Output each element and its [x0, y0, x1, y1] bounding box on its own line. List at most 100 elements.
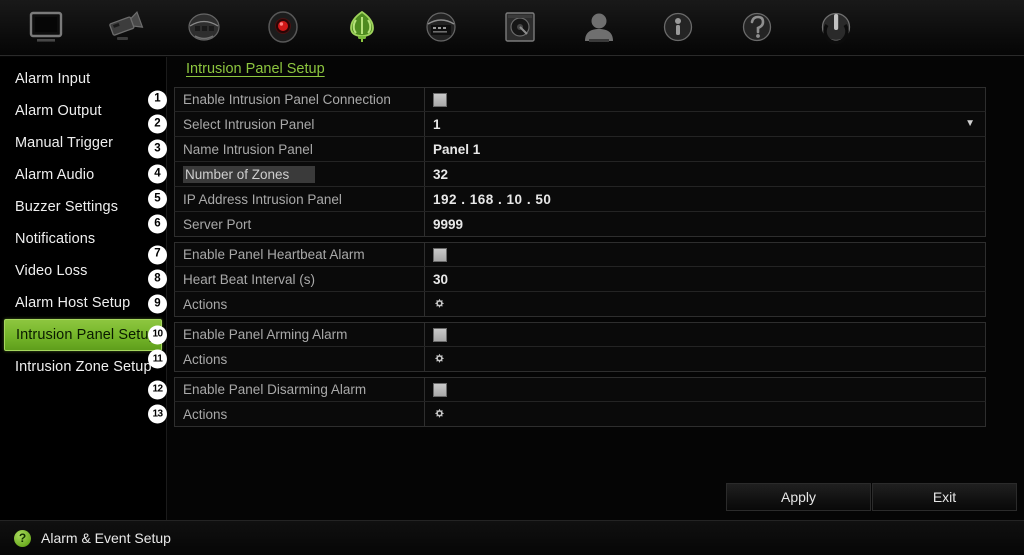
settings-row-10: 10 Enable Panel Arming Alarm	[148, 322, 986, 347]
sidebar-item-alarm-audio[interactable]: Alarm Audio	[4, 159, 162, 191]
field-value: 9999	[433, 216, 464, 232]
field-value: 30	[433, 271, 449, 287]
gear-icon[interactable]	[433, 353, 446, 366]
sidebar-item-label: Alarm Audio	[15, 167, 95, 183]
checkbox-icon[interactable]	[433, 92, 447, 107]
sidebar-item-label: Alarm Host Setup	[15, 295, 131, 311]
record-icon	[261, 8, 305, 48]
dropdown-field[interactable]: 1 ▼	[425, 112, 985, 136]
dropdown-value: 1	[433, 116, 441, 132]
help-circle-icon[interactable]: ?	[14, 529, 31, 547]
sidebar-item-label: Intrusion Zone Setup	[15, 359, 152, 375]
nvr-setup-window: Alarm Input Alarm Output Manual Trigger Ala…	[0, 0, 1024, 555]
sidebar-item-alarm-input[interactable]: Alarm Input	[4, 63, 162, 95]
step-number-badge: 2	[148, 114, 167, 134]
sidebar-item-intrusion-zone-setup[interactable]: Intrusion Zone Setup	[4, 351, 162, 383]
settings-group: 10 Enable Panel Arming Alarm 11 Actions	[148, 322, 986, 372]
checkbox-icon[interactable]	[433, 382, 447, 397]
toolbar-item-device[interactable]	[401, 2, 480, 54]
text-field[interactable]: 32	[425, 162, 985, 186]
sidebar-item-label: Intrusion Panel Setup	[16, 327, 157, 343]
settings-group: 1 Enable Intrusion Panel Connection 2 Selec…	[148, 87, 986, 237]
setting-label: Server Port	[175, 212, 425, 236]
footer-buttons: Apply Exit	[726, 483, 1017, 511]
step-number-badge: 9	[148, 294, 167, 314]
settings-row-6: 6 Server Port 9999	[148, 212, 986, 237]
sidebar-item-notifications[interactable]: Notifications	[4, 223, 162, 255]
step-number-badge: 1	[148, 90, 167, 109]
apply-button[interactable]: Apply	[726, 483, 871, 511]
settings-row-3: 3 Name Intrusion Panel Panel 1	[148, 137, 986, 162]
settings-row-5: 5 IP Address Intrusion Panel 192 . 168 . 1…	[148, 187, 986, 212]
sidebar-item-alarm-host-setup[interactable]: Alarm Host Setup	[4, 287, 162, 319]
settings-row-12: 12 Enable Panel Disarming Alarm	[148, 377, 986, 402]
power-icon	[814, 8, 858, 48]
gear-icon[interactable]	[433, 298, 446, 311]
step-number-badge: 13	[148, 404, 167, 424]
display-icon	[24, 8, 68, 48]
gear-icon[interactable]	[433, 408, 446, 421]
sidebar-item-label: Manual Trigger	[15, 135, 114, 151]
step-number-badge: 11	[148, 349, 167, 369]
settings-group: 7 Enable Panel Heartbeat Alarm 8 Heart Beat…	[148, 242, 986, 317]
actions-field[interactable]	[425, 292, 985, 316]
device-icon	[419, 8, 463, 48]
user-icon	[577, 8, 621, 48]
toolbar-item-help[interactable]	[717, 2, 796, 54]
sidebar-item-alarm-output[interactable]: Alarm Output	[4, 95, 162, 127]
setting-label: Actions	[175, 402, 425, 426]
main-toolbar	[0, 0, 1024, 56]
checkbox-icon[interactable]	[433, 327, 447, 342]
step-number-badge: 6	[148, 214, 167, 234]
checkbox-field[interactable]	[425, 378, 985, 401]
sidebar-item-label: Alarm Output	[15, 103, 102, 119]
settings-group: 12 Enable Panel Disarming Alarm 13 Actions	[148, 377, 986, 427]
actions-field[interactable]	[425, 402, 985, 426]
setting-label: Number of Zones	[175, 162, 425, 186]
toolbar-item-record[interactable]	[243, 2, 322, 54]
step-number-badge: 5	[148, 189, 167, 209]
field-value: 32	[433, 166, 449, 182]
toolbar-item-shutdown[interactable]	[796, 2, 875, 54]
settings-row-8: 8 Heart Beat Interval (s) 30	[148, 267, 986, 292]
sidebar-item-intrusion-panel-setup[interactable]: Intrusion Panel Setup	[4, 319, 162, 351]
settings-row-2: 2 Select Intrusion Panel 1 ▼	[148, 112, 986, 137]
field-value: 192 . 168 . 10 . 50	[433, 191, 552, 207]
field-value: Panel 1	[433, 141, 481, 157]
sidebar-item-video-loss[interactable]: Video Loss	[4, 255, 162, 287]
toolbar-item-display[interactable]	[6, 2, 85, 54]
toolbar-item-camera[interactable]	[85, 2, 164, 54]
info-icon	[656, 8, 700, 48]
toolbar-item-user[interactable]	[559, 2, 638, 54]
actions-field[interactable]	[425, 347, 985, 371]
setting-label: Enable Panel Disarming Alarm	[175, 378, 425, 401]
text-field[interactable]: 30	[425, 267, 985, 291]
setting-label: Heart Beat Interval (s)	[175, 267, 425, 291]
chevron-down-icon[interactable]: ▼	[965, 119, 975, 129]
step-number-badge: 4	[148, 164, 167, 184]
text-field[interactable]: Panel 1	[425, 137, 985, 161]
checkbox-field[interactable]	[425, 88, 985, 111]
checkbox-field[interactable]	[425, 243, 985, 266]
ip-address-field[interactable]: 192 . 168 . 10 . 50	[425, 187, 985, 211]
sidebar-item-manual-trigger[interactable]: Manual Trigger	[4, 127, 162, 159]
sidebar-item-label: Video Loss	[15, 263, 88, 279]
text-field[interactable]: 9999	[425, 212, 985, 236]
setting-label: IP Address Intrusion Panel	[175, 187, 425, 211]
step-number-badge: 3	[148, 139, 167, 159]
camera-icon	[103, 8, 147, 48]
hard-disk-icon	[498, 8, 542, 48]
setting-label-text: Number of Zones	[183, 165, 316, 183]
sidebar-item-buzzer-settings[interactable]: Buzzer Settings	[4, 191, 162, 223]
sidebar-item-label: Alarm Input	[15, 71, 91, 87]
network-icon	[182, 8, 226, 48]
toolbar-item-alarm[interactable]	[322, 2, 401, 54]
checkbox-field[interactable]	[425, 323, 985, 346]
checkbox-icon[interactable]	[433, 247, 447, 262]
toolbar-item-storage[interactable]	[480, 2, 559, 54]
toolbar-item-network[interactable]	[164, 2, 243, 54]
setting-label: Enable Panel Heartbeat Alarm	[175, 243, 425, 266]
exit-button[interactable]: Exit	[872, 483, 1017, 511]
toolbar-item-information[interactable]	[638, 2, 717, 54]
status-bar: ? Alarm & Event Setup	[0, 520, 1024, 555]
